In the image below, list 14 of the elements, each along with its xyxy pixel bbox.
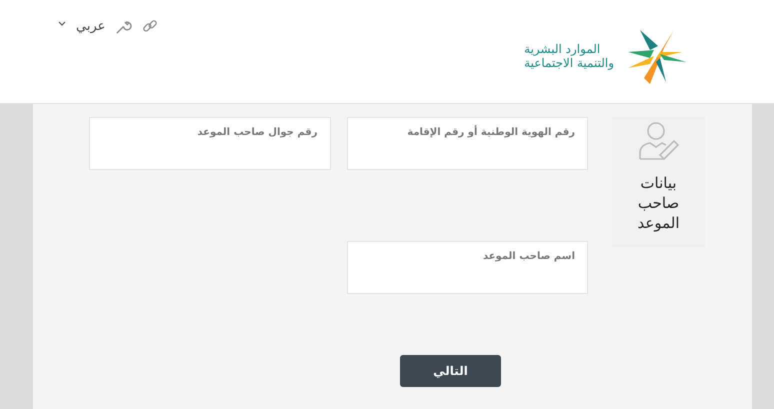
logo-text: والتنمية الاجتماعية [524, 56, 614, 70]
field-label: رقم جوال صاحب الموعد [197, 127, 318, 138]
language-dropdown[interactable]: عربي [76, 19, 106, 34]
caret-icon [58, 21, 66, 26]
link-icon[interactable] [142, 18, 158, 34]
field-label: رقم الهوية الوطنية أو رقم الإقامة [407, 127, 575, 138]
input-field[interactable]: اسم صاحب الموعد [346, 241, 588, 294]
field-label: اسم صاحب الموعد [482, 251, 575, 262]
input-field[interactable]: رقم جوال صاحب الموعد [89, 117, 330, 170]
logo-text: الموارد البشرية [524, 42, 600, 56]
user-edit-icon [638, 121, 680, 161]
input-field[interactable]: رقم الهوية الوطنية أو رقم الإقامة [346, 117, 588, 170]
step-title: بيانات صاحب الموعد [636, 173, 680, 233]
next-button[interactable]: التالي [400, 355, 501, 387]
